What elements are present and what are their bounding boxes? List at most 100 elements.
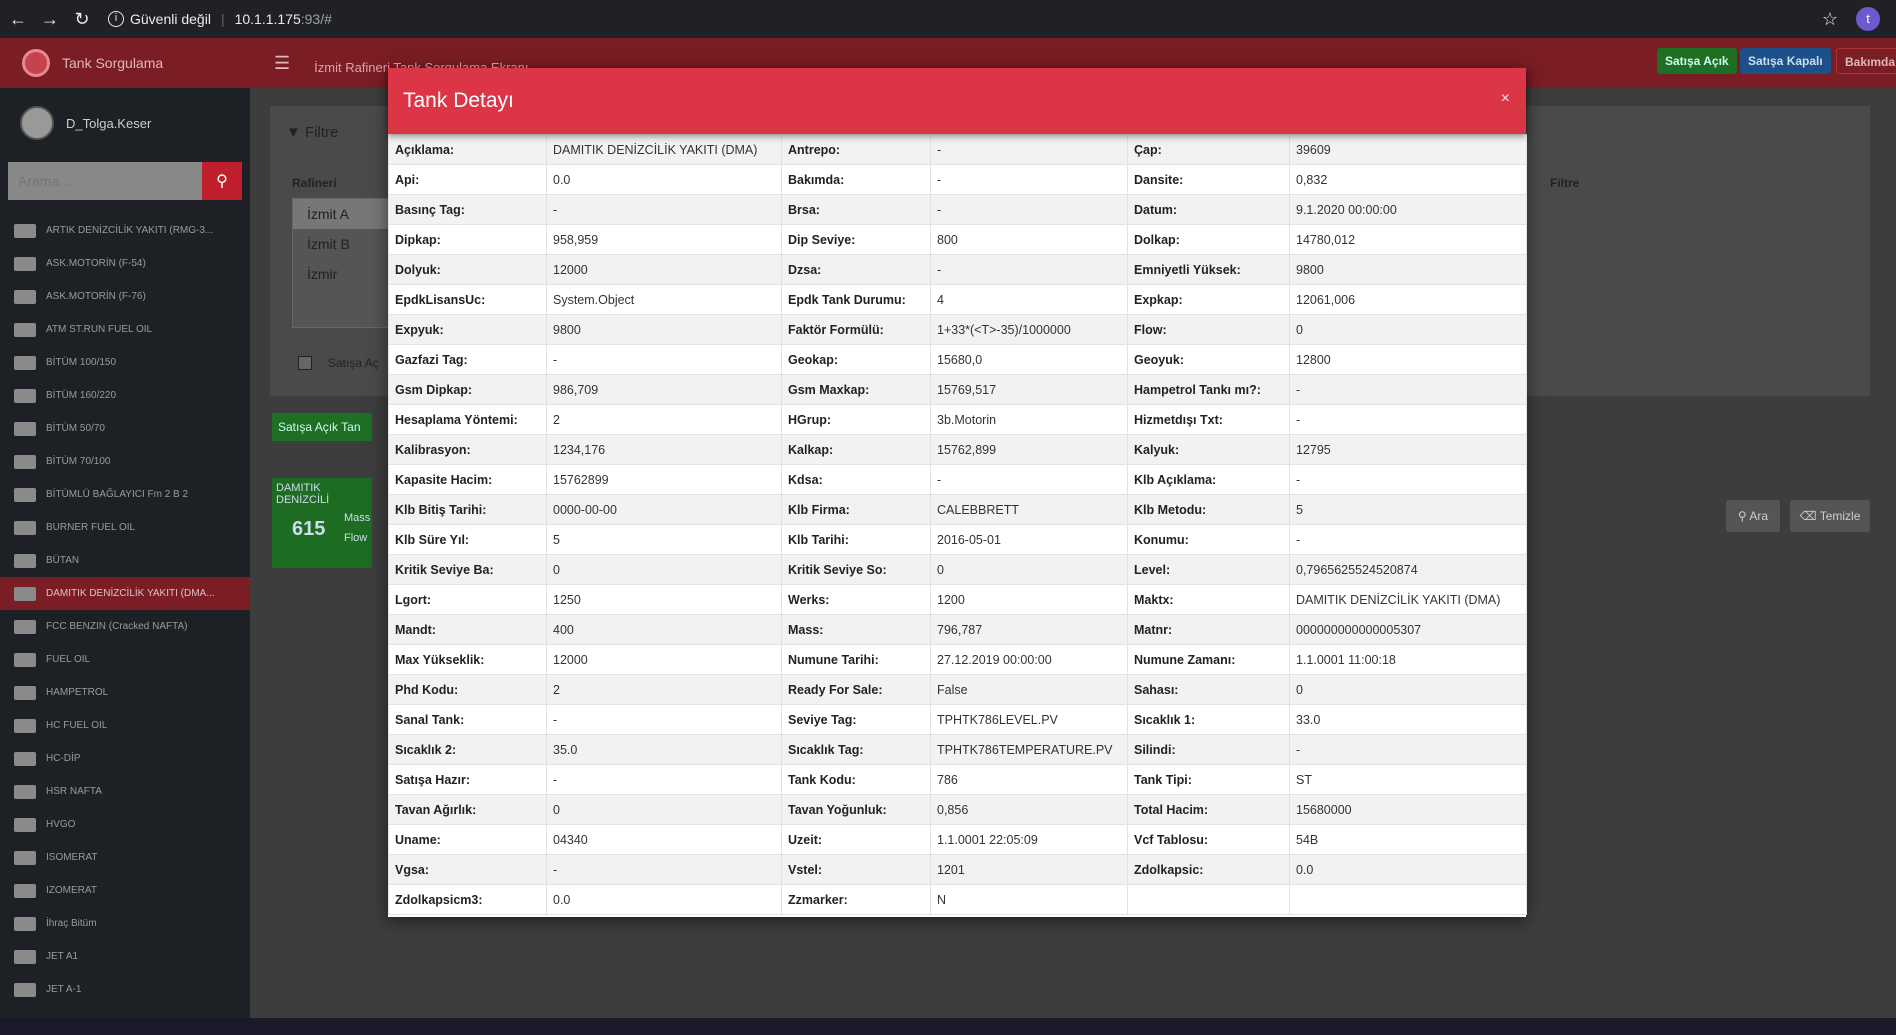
tank-card[interactable]: DAMITIK DENİZCİLİ 615 Mass Flow: [272, 478, 372, 568]
sidebar-item[interactable]: FUEL OIL: [0, 643, 250, 676]
close-icon[interactable]: ×: [1501, 90, 1510, 108]
field-value: CALEBBRETT: [930, 494, 1128, 525]
field-label: Kalibrasyon:: [388, 434, 547, 465]
field-value: False: [930, 674, 1128, 705]
folder-icon: [14, 718, 36, 733]
folder-icon: [14, 553, 36, 568]
brand[interactable]: Tank Sorgulama: [0, 38, 250, 88]
sidebar-item[interactable]: BİTÜM 100/150: [0, 346, 250, 379]
field-label: Ready For Sale:: [781, 674, 931, 705]
refinery-option[interactable]: İzmit B: [293, 229, 401, 259]
field-label: Vstel:: [781, 854, 931, 885]
open-tanks-button[interactable]: Satışa Açık Tan: [272, 413, 372, 441]
sidebar-item[interactable]: ATM ST.RUN FUEL OIL: [0, 313, 250, 346]
info-icon[interactable]: i: [108, 11, 124, 27]
field-value: 000000000000005307: [1289, 614, 1527, 645]
sidebar-item[interactable]: DAMITIK DENİZCİLİK YAKITI (DMA...: [0, 577, 250, 610]
tank-detail-modal: Tank Detayı × Açıklama: DAMITIK DENİZCİLİ…: [388, 68, 1527, 917]
folder-icon: [14, 652, 36, 667]
menu-icon[interactable]: ☰: [274, 53, 290, 74]
search-submit-button[interactable]: ⚲ Ara: [1726, 500, 1780, 532]
sidebar-item[interactable]: BURNER FUEL OIL: [0, 511, 250, 544]
table-row: Sıcaklık 2: 35.0 Sıcaklık Tag: TPHTK786TEMP…: [388, 734, 1527, 765]
folder-icon: [14, 421, 36, 436]
sidebar-item[interactable]: FCC BENZIN (Cracked NAFTA): [0, 610, 250, 643]
maintenance-button[interactable]: Bakımda: [1836, 48, 1896, 74]
sidebar-item[interactable]: HVGO: [0, 808, 250, 841]
sidebar-item[interactable]: BÜTAN: [0, 544, 250, 577]
clear-button[interactable]: ⌫ Temizle: [1790, 500, 1870, 532]
forward-icon[interactable]: →: [36, 9, 64, 30]
field-value: 0,832: [1289, 164, 1527, 195]
open-for-sale-button[interactable]: Satışa Açık: [1657, 48, 1737, 74]
sidebar-item[interactable]: JET A1: [0, 940, 250, 973]
sidebar-item[interactable]: ARTIK DENİZCİLİK YAKITI (RMG-3...: [0, 214, 250, 247]
refinery-list[interactable]: İzmit A İzmit B İzmir: [292, 198, 402, 328]
field-label: Sıcaklık 2:: [388, 734, 547, 765]
field-label: Kapasite Hacim:: [388, 464, 547, 495]
field-value: [1289, 884, 1527, 915]
folder-icon: [14, 223, 36, 238]
field-value: TPHTK786TEMPERATURE.PV: [930, 734, 1128, 765]
table-row: Gsm Dipkap: 986,709 Gsm Maxkap: 15769,517 Ha…: [388, 374, 1527, 405]
sidebar-item-label: İhraç Bitüm: [46, 918, 97, 929]
folder-icon: [14, 685, 36, 700]
field-label: Expkap:: [1127, 284, 1290, 315]
field-value: -: [546, 764, 782, 795]
back-icon[interactable]: ←: [4, 9, 32, 30]
table-row: Lgort: 1250 Werks: 1200 Maktx: DAMITIK DENİZC…: [388, 584, 1527, 615]
sidebar-item[interactable]: ASK.MOTORİN (F-76): [0, 280, 250, 313]
folder-icon: [14, 850, 36, 865]
field-value: 15680000: [1289, 794, 1527, 825]
sidebar-item[interactable]: HSR NAFTA: [0, 775, 250, 808]
sidebar-item[interactable]: ASK.MOTORİN (F-54): [0, 247, 250, 280]
reload-icon[interactable]: ↻: [68, 9, 96, 30]
address-bar[interactable]: i Güvenli değil | 10.1.1.175:93/#: [108, 5, 1808, 33]
sidebar-item[interactable]: İhraç Bitüm: [0, 907, 250, 940]
field-value: -: [1289, 734, 1527, 765]
sidebar-item[interactable]: HC FUEL OIL: [0, 709, 250, 742]
sidebar-item[interactable]: BİTÜMLÜ BAĞLAYICI Fm 2 B 2: [0, 478, 250, 511]
refinery-label: Rafineri: [292, 176, 337, 190]
field-value: 0.0: [546, 164, 782, 195]
field-label: Geoyuk:: [1127, 344, 1290, 375]
field-value: -: [930, 464, 1128, 495]
filter-title-text: Filtre: [305, 124, 339, 141]
bookmark-star-icon[interactable]: ☆: [1822, 9, 1838, 30]
sidebar-item[interactable]: BİTÜM 70/100: [0, 445, 250, 478]
field-label: EpdkLisansUc:: [388, 284, 547, 315]
closed-for-sale-button[interactable]: Satışa Kapalı: [1740, 48, 1831, 74]
sidebar-item[interactable]: IZOMERAT: [0, 874, 250, 907]
field-value: 12000: [546, 254, 782, 285]
sidebar-item[interactable]: BİTÜM 50/70: [0, 412, 250, 445]
refinery-option[interactable]: İzmir: [293, 259, 401, 289]
sidebar-item[interactable]: HAMPETROL: [0, 676, 250, 709]
search-button[interactable]: ⚲: [202, 162, 242, 200]
folder-icon: [14, 619, 36, 634]
for-sale-checkbox[interactable]: [298, 356, 312, 370]
field-label: Kritik Seviye So:: [781, 554, 931, 585]
field-value: 12800: [1289, 344, 1527, 375]
modal-title: Tank Detayı: [403, 89, 514, 112]
search-input[interactable]: [8, 162, 202, 200]
field-label: Dzsa:: [781, 254, 931, 285]
field-label: Klb Bitiş Tarihi:: [388, 494, 547, 525]
field-label: Kritik Seviye Ba:: [388, 554, 547, 585]
field-value: 15762,899: [930, 434, 1128, 465]
table-row: Klb Bitiş Tarihi: 0000-00-00 Klb Firma: CAL…: [388, 494, 1527, 525]
field-value: 2: [546, 674, 782, 705]
table-row: Expyuk: 9800 Faktör Formülü: 1+33*(<T>-35)/…: [388, 314, 1527, 345]
field-label: Çap:: [1127, 134, 1290, 165]
sidebar-item[interactable]: HC-DİP: [0, 742, 250, 775]
sidebar-item[interactable]: BİTÜM 160/220: [0, 379, 250, 412]
refinery-option[interactable]: İzmit A: [293, 199, 401, 229]
tank-card-flow: Flow: [344, 532, 368, 544]
profile-avatar[interactable]: t: [1856, 7, 1880, 31]
field-value: 0: [546, 554, 782, 585]
field-label: Dipkap:: [388, 224, 547, 255]
sidebar-item[interactable]: JET A-1: [0, 973, 250, 1006]
field-label: Dip Seviye:: [781, 224, 931, 255]
field-label: Kalyuk:: [1127, 434, 1290, 465]
sidebar-item[interactable]: ISOMERAT: [0, 841, 250, 874]
tank-detail-table: Açıklama: DAMITIK DENİZCİLİK YAKITI (DMA)…: [388, 134, 1527, 915]
